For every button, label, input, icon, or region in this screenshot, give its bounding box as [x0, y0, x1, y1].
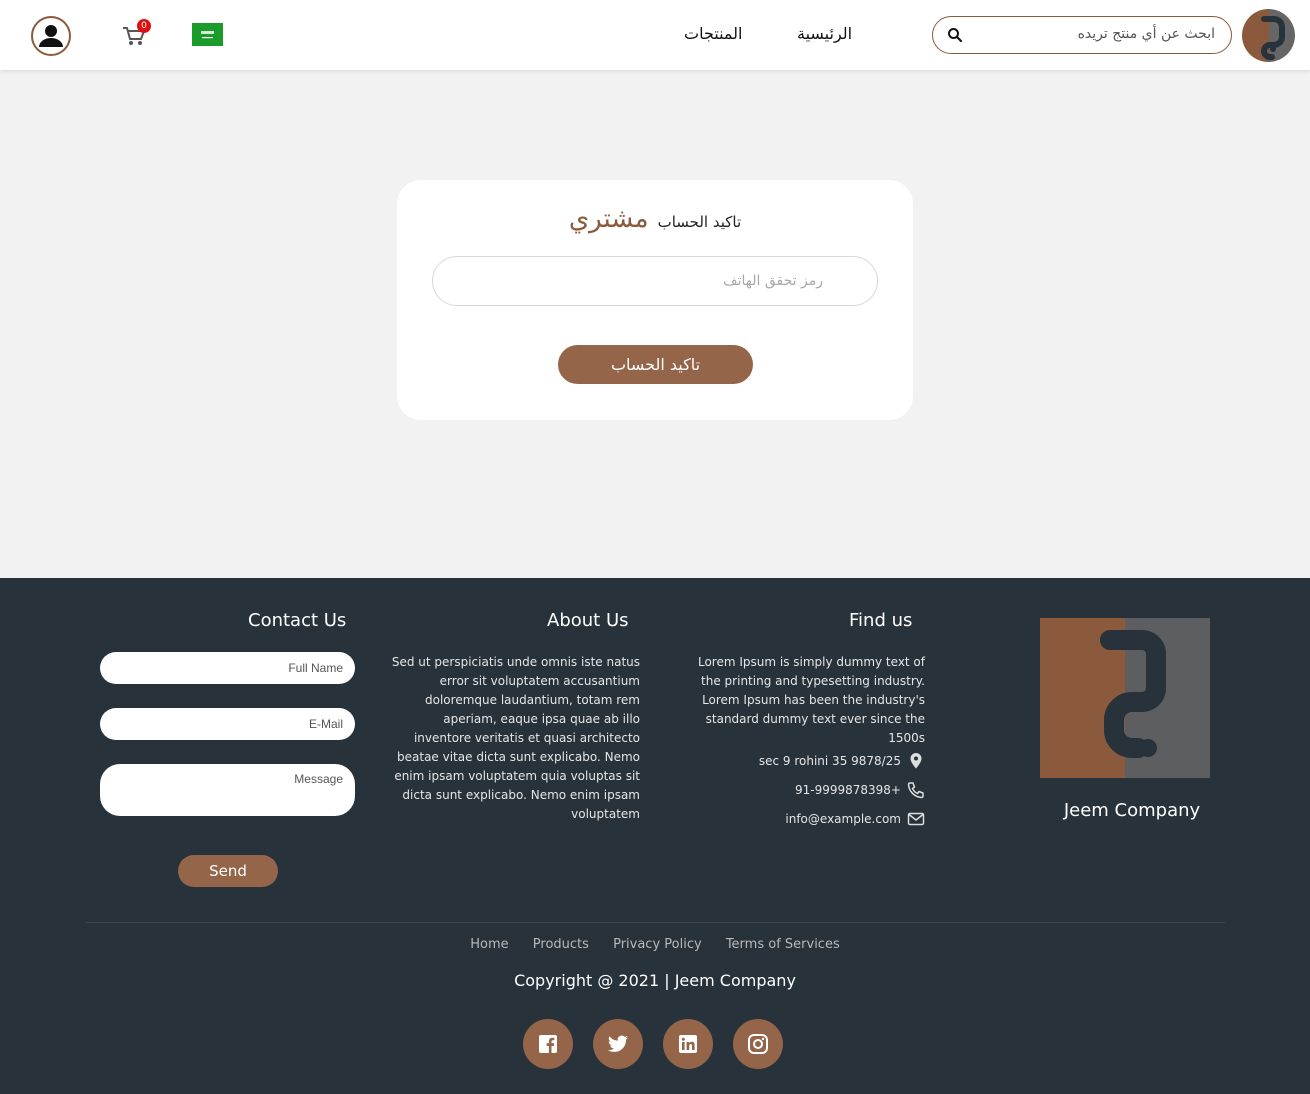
search-icon[interactable]: [947, 27, 963, 43]
contact-heading: Contact Us: [248, 610, 347, 631]
footer-links: Home Products Privacy Policy Terms of Se…: [0, 937, 1310, 952]
user-account-icon[interactable]: [31, 16, 71, 56]
company-logo: [1040, 618, 1210, 778]
location-pin-icon: [910, 753, 922, 769]
footer-divider: [85, 922, 1225, 923]
phone-otp-input[interactable]: [432, 256, 878, 306]
footer-link-home[interactable]: Home: [470, 937, 508, 952]
find-heading: Find us: [849, 610, 913, 631]
about-heading: About Us: [547, 610, 629, 631]
company-name: Jeem Company: [1063, 800, 1201, 821]
send-button[interactable]: Send: [178, 855, 278, 887]
address-text: sec 9 rohini 35 9878/25: [758, 754, 901, 768]
confirm-account-button[interactable]: تاكيد الحساب: [558, 345, 753, 384]
phone-text: 91-9999878398+: [794, 783, 901, 797]
footer-link-terms[interactable]: Terms of Services: [726, 937, 840, 952]
saudi-flag-icon[interactable]: [192, 23, 223, 46]
mail-icon: [907, 812, 925, 826]
verify-account-card: تاكيد الحساب مشتري تاكيد الحساب: [397, 180, 913, 420]
find-text: Lorem Ipsum is simply dummy text of the …: [697, 655, 925, 745]
nav-link-products[interactable]: المنتجات: [684, 24, 743, 43]
email-text: info@example.com: [785, 812, 901, 826]
linkedin-icon[interactable]: [663, 1019, 713, 1069]
search-box[interactable]: ابحث عن أي منتج تريده: [932, 16, 1232, 54]
search-input[interactable]: ابحث عن أي منتج تريده: [1078, 26, 1215, 42]
phone-icon: [907, 782, 924, 799]
top-header: ابحث عن أي منتج تريده الرئيسية المنتجات …: [0, 0, 1310, 70]
email-line: info@example.com: [785, 810, 925, 828]
site-logo[interactable]: [1242, 9, 1295, 62]
card-title-role: مشتري: [568, 204, 649, 234]
facebook-icon[interactable]: [523, 1019, 573, 1069]
card-title: تاكيد الحساب مشتري: [397, 204, 913, 234]
full-name-field[interactable]: [100, 652, 355, 684]
nav-link-home[interactable]: الرئيسية: [797, 24, 852, 43]
copyright-text: Copyright @ 2021 | Jeem Company: [514, 971, 796, 990]
twitter-icon[interactable]: [593, 1019, 643, 1069]
footer-link-products[interactable]: Products: [533, 937, 589, 952]
footer-link-privacy[interactable]: Privacy Policy: [613, 937, 702, 952]
instagram-icon[interactable]: [733, 1019, 783, 1069]
cart-count-badge: 0: [137, 19, 151, 33]
message-field[interactable]: [100, 764, 355, 816]
site-footer: Contact Us Send About Us Sed ut perspici…: [0, 578, 1310, 1094]
social-links: [523, 1019, 783, 1069]
address-line: sec 9 rohini 35 9878/25: [759, 752, 925, 770]
email-field[interactable]: [100, 708, 355, 740]
phone-line: 91-9999878398+: [795, 781, 925, 799]
card-title-text: تاكيد الحساب: [657, 213, 742, 231]
about-text: Sed ut perspiciatis unde omnis iste natu…: [391, 655, 640, 821]
